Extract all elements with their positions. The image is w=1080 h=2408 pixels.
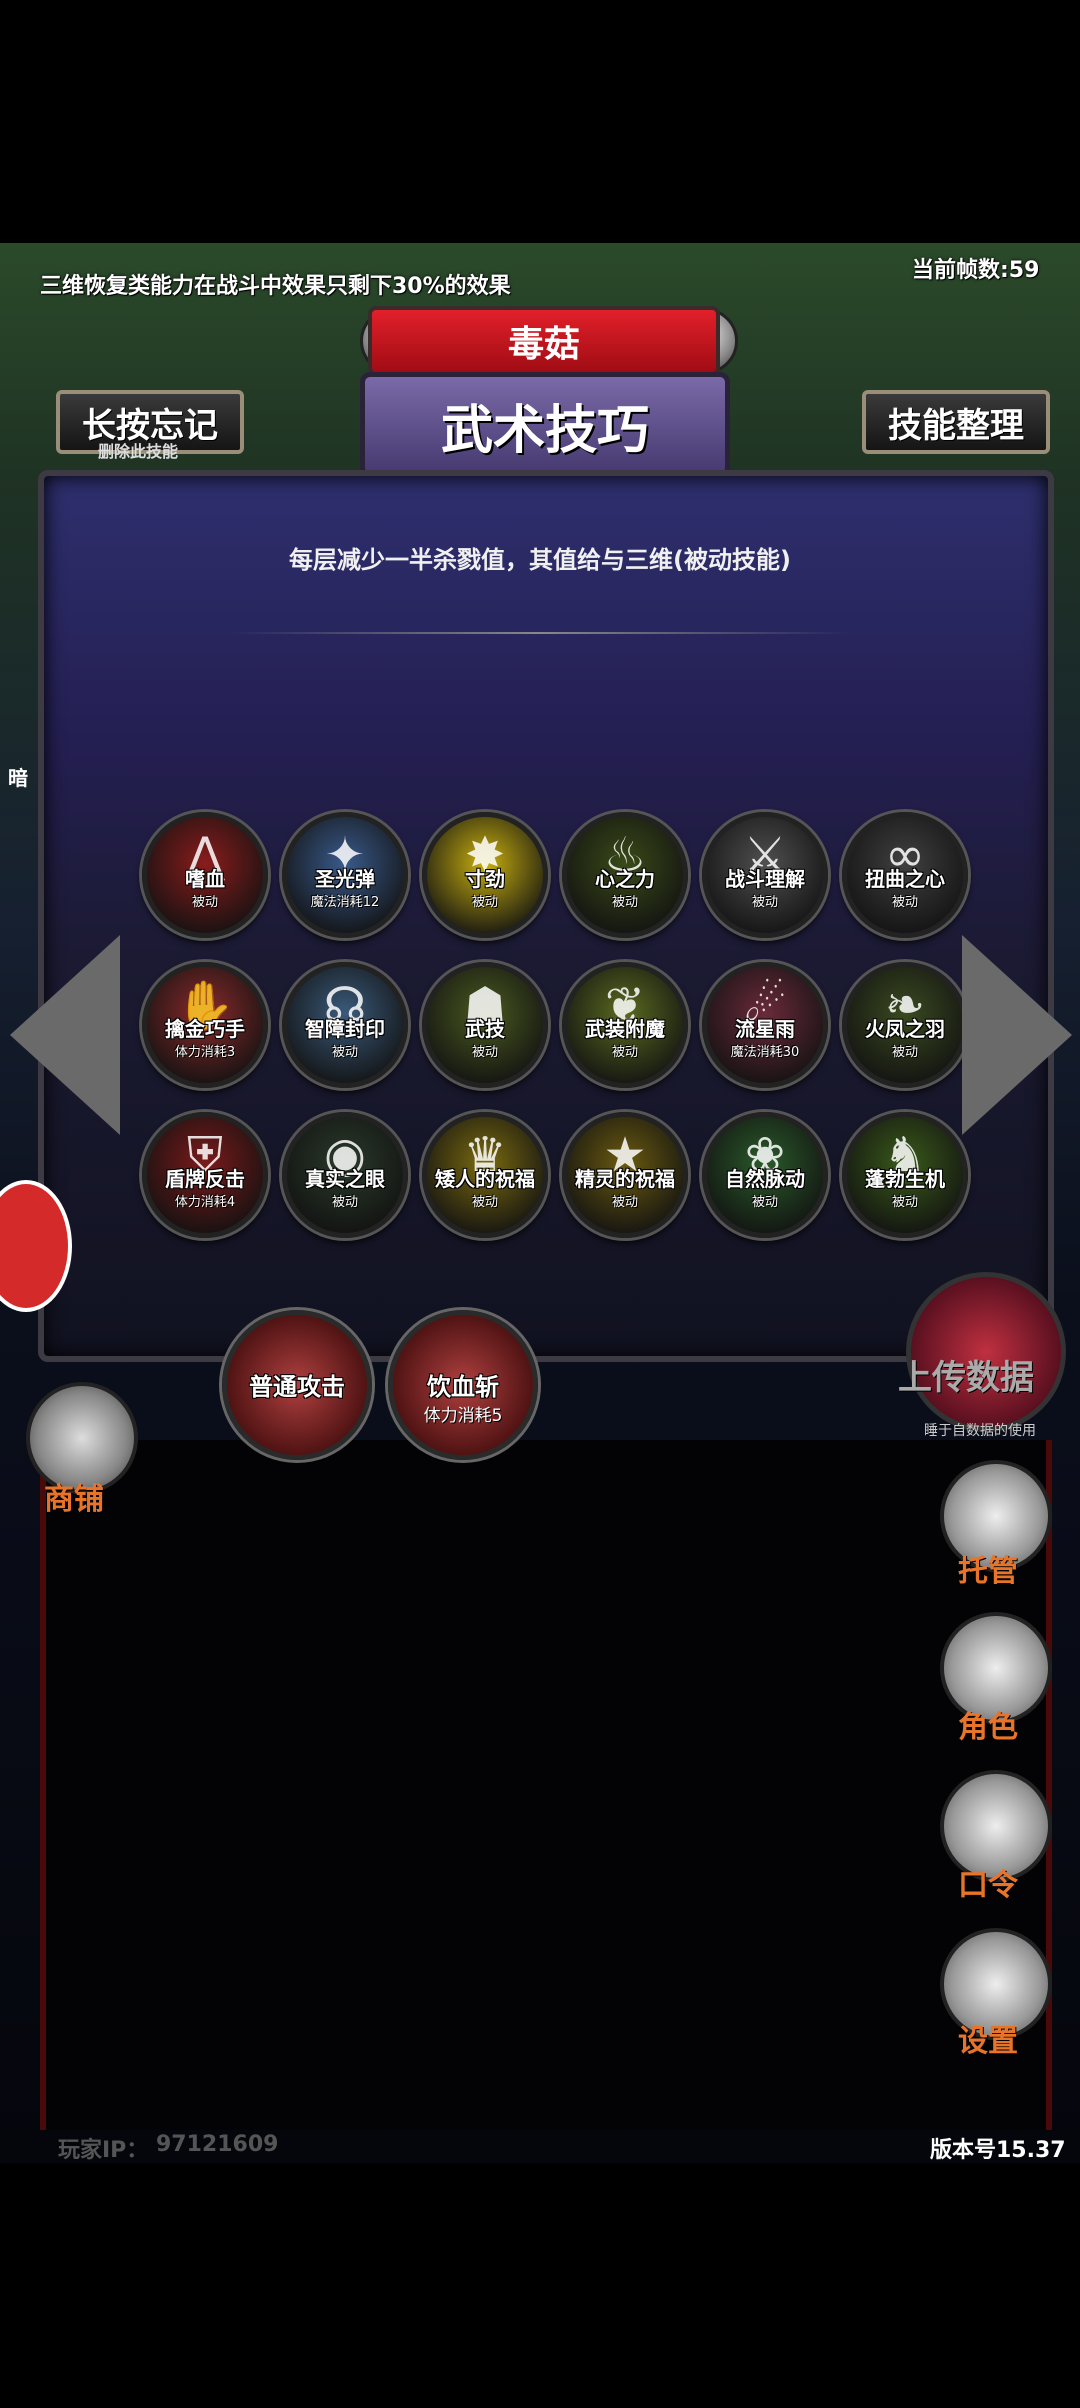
skill-slot[interactable]: ✦ 圣光弹 魔法消耗12 [282,812,408,938]
arrange-skills-button[interactable]: 技能整理 [862,390,1050,454]
auto-label[interactable]: 托管 [958,1546,1018,1590]
skill-slot[interactable]: ★ 精灵的祝福 被动 [562,1112,688,1238]
skill-cost: 被动 [611,895,638,910]
action-name: 普通攻击 [249,1373,345,1401]
skill-cost: 被动 [331,1045,358,1060]
skill-name: 精灵的祝福 [575,1167,675,1191]
skill-name: 武技 [465,1017,505,1041]
skill-cost: 被动 [611,1195,638,1210]
character-label[interactable]: 角色 [958,1702,1018,1746]
skill-slot[interactable]: ❦ 武装附魔 被动 [562,962,688,1088]
skill-name: 火凤之羽 [865,1017,945,1041]
skill-cost: 体力消耗3 [174,1045,236,1060]
skill-name: 心之力 [595,867,655,891]
divider [230,632,850,634]
skill-name: 战斗理解 [725,867,805,891]
skill-name: 蓬勃生机 [865,1167,945,1191]
skill-cost: 被动 [751,1195,778,1210]
password-label[interactable]: 口令 [958,1860,1018,1904]
skill-slot[interactable]: ⋀ 嗜血 被动 [142,812,268,938]
side-hint-text: 暗 [8,766,28,790]
skill-cost: 被动 [471,1195,498,1210]
skill-name: 真实之眼 [305,1167,385,1191]
skill-cost: 被动 [331,1195,358,1210]
normal-attack-button[interactable]: 普通攻击 [222,1310,372,1460]
skill-name: 寸劲 [465,867,505,891]
skill-cost: 被动 [471,895,498,910]
skill-slot[interactable]: ☊ 智障封印 被动 [282,962,408,1088]
upload-data-label: 上传数据 [898,1358,1034,1398]
skill-cost: 被动 [191,895,218,910]
skill-name: 扭曲之心 [865,867,945,891]
fps-counter: 当前帧数:59 [912,258,1040,283]
action-name: 饮血斩 [427,1373,499,1401]
skill-slot[interactable]: ♞ 蓬勃生机 被动 [842,1112,968,1238]
skill-cost: 被动 [891,895,918,910]
prev-page-arrow-icon[interactable] [10,935,120,1135]
skill-name: 流星雨 [735,1017,795,1041]
skill-category-title: 武术技巧 [360,372,730,478]
skill-cost: 体力消耗4 [174,1195,236,1210]
skill-slot[interactable]: ❀ 自然脉动 被动 [702,1112,828,1238]
skill-cost: 魔法消耗30 [730,1045,800,1060]
action-cost: 体力消耗5 [423,1406,503,1426]
player-ip-value: 97121609 [156,2132,279,2157]
skill-slot[interactable]: ☗ 武技 被动 [422,962,548,1088]
version-number: 版本号15.37 [930,2138,1066,2163]
skill-slot[interactable]: ❧ 火凤之羽 被动 [842,962,968,1088]
skill-description: 每层减少一半杀戮值，其值给与三维(被动技能) [289,546,791,574]
skill-slot[interactable]: ⛨ 盾牌反击 体力消耗4 [142,1112,268,1238]
skill-slot[interactable]: ✸ 寸劲 被动 [422,812,548,938]
skill-name: 矮人的祝福 [435,1167,535,1191]
skill-name: 擒金巧手 [165,1017,245,1041]
forget-skill-sublabel: 删除此技能 [98,442,179,461]
battle-log-area [40,1440,1052,2130]
next-page-arrow-icon[interactable] [962,935,1072,1135]
skill-slot[interactable]: ◉ 真实之眼 被动 [282,1112,408,1238]
skill-name: 自然脉动 [725,1167,805,1191]
shop-label[interactable]: 商铺 [44,1474,104,1518]
skill-cost: 被动 [891,1195,918,1210]
skill-cost: 被动 [751,895,778,910]
skill-slot[interactable]: ♛ 矮人的祝福 被动 [422,1112,548,1238]
skill-slot[interactable]: ♨ 心之力 被动 [562,812,688,938]
skill-cost: 被动 [891,1045,918,1060]
skill-name: 嗜血 [185,867,225,891]
skill-cost: 被动 [471,1045,498,1060]
skill-cost: 魔法消耗12 [310,895,380,910]
enemy-name-banner: 毒菇 [368,306,720,376]
skill-slot[interactable]: ☄ 流星雨 魔法消耗30 [702,962,828,1088]
blood-slash-button[interactable]: 饮血斩 体力消耗5 [388,1310,538,1460]
skill-slot[interactable]: ∞ 扭曲之心 被动 [842,812,968,938]
skill-name: 盾牌反击 [165,1167,245,1191]
skill-name: 武装附魔 [585,1017,665,1041]
skill-name: 圣光弹 [315,867,375,891]
player-ip-label: 玩家IP： [58,2138,149,2163]
notice-text: 三维恢复类能力在战斗中效果只剩下30%的效果 [40,274,511,299]
skill-slot[interactable]: ✋ 擒金巧手 体力消耗3 [142,962,268,1088]
settings-label[interactable]: 设置 [958,2016,1018,2060]
upload-data-sublabel: 睡于自数据的使用 [924,1423,1036,1439]
skill-slot[interactable]: ⚔ 战斗理解 被动 [702,812,828,938]
skill-cost: 被动 [611,1045,638,1060]
arrange-skills-label: 技能整理 [888,405,1024,446]
skill-name: 智障封印 [305,1017,385,1041]
